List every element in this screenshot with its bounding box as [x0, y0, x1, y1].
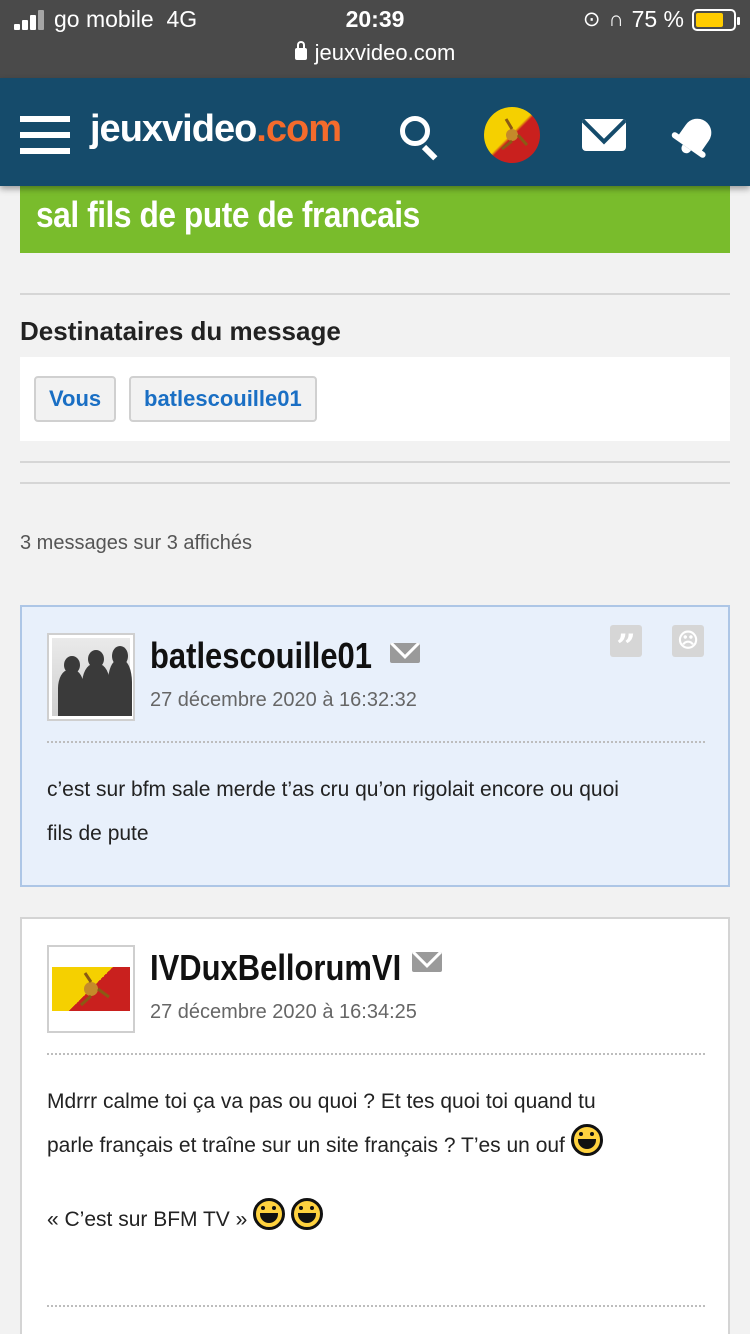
send-message-icon[interactable]	[412, 952, 442, 972]
author-avatar[interactable]	[47, 945, 135, 1033]
author-avatar[interactable]	[47, 633, 135, 721]
search-icon[interactable]	[398, 114, 442, 161]
laughing-smiley-icon	[570, 1124, 603, 1156]
message-card: batlescouille01 ” ☹ 27 décembre 2020 à 1…	[20, 605, 730, 887]
recipient-chip-batlescouille01[interactable]: batlescouille01	[129, 376, 317, 422]
menu-icon[interactable]	[20, 116, 70, 154]
url-bar[interactable]: jeuxvideo.com	[0, 40, 750, 66]
messages-icon[interactable]	[582, 119, 626, 151]
laughing-smiley-icon	[253, 1198, 286, 1230]
author-name[interactable]: IVDuxBellorumVI	[150, 947, 401, 989]
divider	[20, 482, 730, 484]
site-header: jeuxvideo.com	[0, 78, 750, 186]
thread-title: sal fils de pute de francais	[36, 194, 420, 235]
status-bar: go mobile 4G 20:39 ⊙ ∩ 75 % jeuxvideo.co…	[0, 0, 750, 78]
status-right: ⊙ ∩ 75 %	[582, 6, 740, 33]
message-date: 27 décembre 2020 à 16:32:32	[150, 689, 417, 711]
author-name[interactable]: batlescouille01	[150, 635, 372, 677]
lock-icon	[294, 41, 307, 60]
battery-icon	[692, 8, 740, 31]
message-card: IVDuxBellorumVI 27 décembre 2020 à 16:34…	[20, 917, 730, 1334]
site-logo[interactable]: jeuxvideo.com	[90, 108, 342, 151]
recipient-chip-you[interactable]: Vous	[34, 376, 117, 422]
recipients-box: Vous batlescouille01	[20, 357, 730, 441]
battery-percent: 75 %	[631, 6, 684, 32]
messages-count: 3 messages sur 3 affichés	[20, 532, 252, 554]
recipients-title: Destinataires du message	[20, 316, 341, 346]
dotted-separator	[47, 1305, 705, 1307]
divider	[20, 293, 730, 295]
divider	[20, 461, 730, 463]
headphones-icon: ∩	[608, 7, 624, 31]
dotted-separator	[47, 1053, 705, 1055]
dotted-separator	[47, 741, 705, 743]
laughing-smiley-icon	[291, 1198, 324, 1230]
notifications-bell-icon[interactable]	[667, 108, 723, 164]
message-body: Mdrrr calme toi ça va pas ou quoi ? Et t…	[47, 1080, 707, 1242]
report-icon[interactable]: ☹	[672, 625, 704, 657]
message-date: 27 décembre 2020 à 16:34:25	[150, 1001, 417, 1023]
send-message-icon[interactable]	[390, 643, 420, 663]
message-body: c’est sur bfm sale merde t’as cru qu’on …	[47, 778, 619, 845]
user-avatar[interactable]	[484, 107, 540, 163]
rotation-lock-icon: ⊙	[582, 8, 601, 31]
thread-title-banner: sal fils de pute de francais	[20, 182, 730, 253]
quote-icon[interactable]: ”	[610, 625, 642, 667]
